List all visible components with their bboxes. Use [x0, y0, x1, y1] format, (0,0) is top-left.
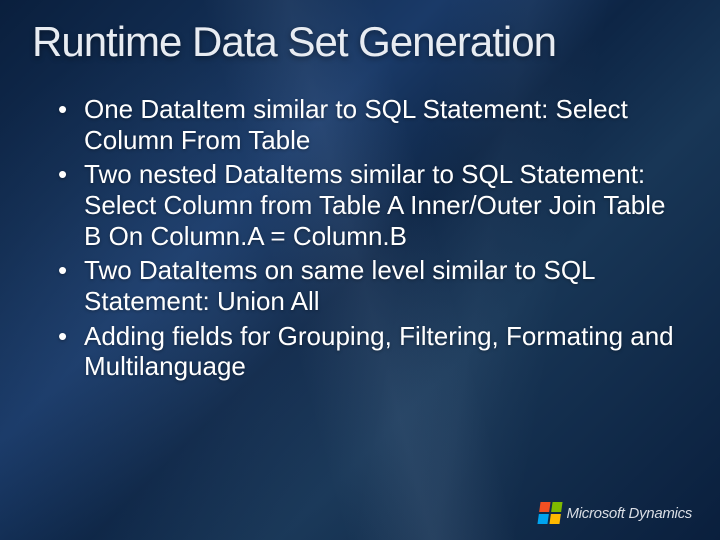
- list-item: Adding fields for Grouping, Filtering, F…: [58, 321, 680, 382]
- list-item: Two DataItems on same level similar to S…: [58, 255, 680, 316]
- microsoft-logo-icon: [537, 502, 562, 524]
- slide: Runtime Data Set Generation One DataItem…: [0, 0, 720, 540]
- list-item: Two nested DataItems similar to SQL Stat…: [58, 159, 680, 251]
- bullet-list: One DataItem similar to SQL Statement: S…: [40, 94, 680, 382]
- list-item: One DataItem similar to SQL Statement: S…: [58, 94, 680, 155]
- slide-title: Runtime Data Set Generation: [32, 18, 680, 66]
- footer-logo: Microsoft Dynamics: [539, 502, 692, 524]
- footer-brand-text: Microsoft Dynamics: [567, 505, 692, 522]
